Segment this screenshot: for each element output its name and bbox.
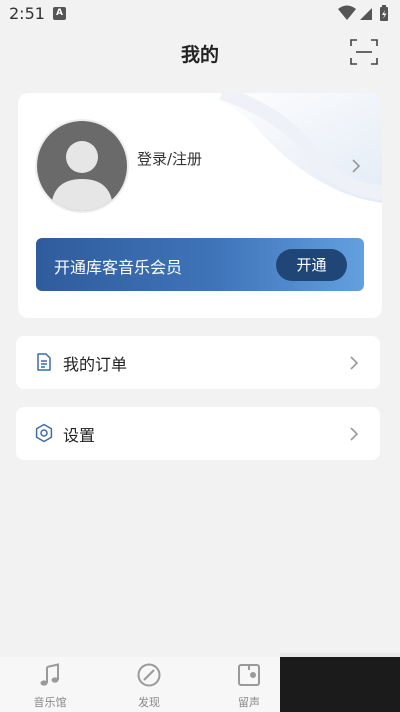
login-register-link[interactable]: 登录/注册 — [137, 148, 202, 169]
menu-item-orders[interactable]: 我的订单 — [16, 336, 380, 389]
settings-icon — [35, 423, 53, 443]
vip-banner[interactable]: 开通库客音乐会员 开通 — [36, 238, 364, 291]
menu-item-settings[interactable]: 设置 — [16, 407, 380, 460]
music-note-icon — [40, 663, 59, 686]
chevron-right-icon — [350, 356, 359, 370]
nav-tab-label: 留声 — [238, 696, 260, 709]
chevron-right-icon[interactable] — [350, 158, 362, 174]
nav-tab-label: 音乐馆 — [33, 696, 67, 709]
status-icons — [338, 5, 388, 21]
notification-badge: A — [53, 7, 66, 20]
avatar[interactable] — [37, 121, 127, 211]
wifi-icon — [338, 5, 356, 20]
page-title: 我的 — [180, 44, 219, 66]
profile-card: 登录/注册 开通库客音乐会员 开通 — [18, 93, 382, 318]
signal-icon — [360, 8, 372, 20]
status-time: 2:51 — [9, 4, 45, 23]
chevron-right-icon — [350, 427, 359, 441]
nav-tab-discover[interactable]: 发现 — [114, 657, 184, 712]
battery-icon — [380, 5, 388, 21]
status-bar: 2:51 A — [0, 0, 400, 28]
nav-tab-music-hall[interactable]: 音乐馆 — [15, 657, 85, 712]
compass-icon — [137, 663, 161, 687]
document-icon — [37, 353, 51, 371]
scan-icon[interactable] — [349, 38, 379, 66]
nav-tab-label: 发现 — [138, 696, 160, 709]
screen: 2:51 A 我的 登录/注册 开通库客音乐会员 开通 我的订单 设置 音乐馆 … — [0, 0, 400, 712]
vinyl-box-icon — [238, 664, 260, 686]
menu-item-orders-label: 我的订单 — [63, 355, 128, 374]
nav-overlay-strip — [280, 653, 400, 657]
default-avatar-icon — [51, 141, 113, 211]
nav-overlay — [280, 653, 400, 712]
vip-label: 开通库客音乐会员 — [54, 258, 183, 277]
nav-tab-gramophone[interactable]: 留声 — [214, 657, 284, 712]
card-decoration — [192, 93, 382, 203]
menu-item-settings-label: 设置 — [63, 426, 96, 445]
vip-open-button[interactable]: 开通 — [276, 249, 347, 281]
